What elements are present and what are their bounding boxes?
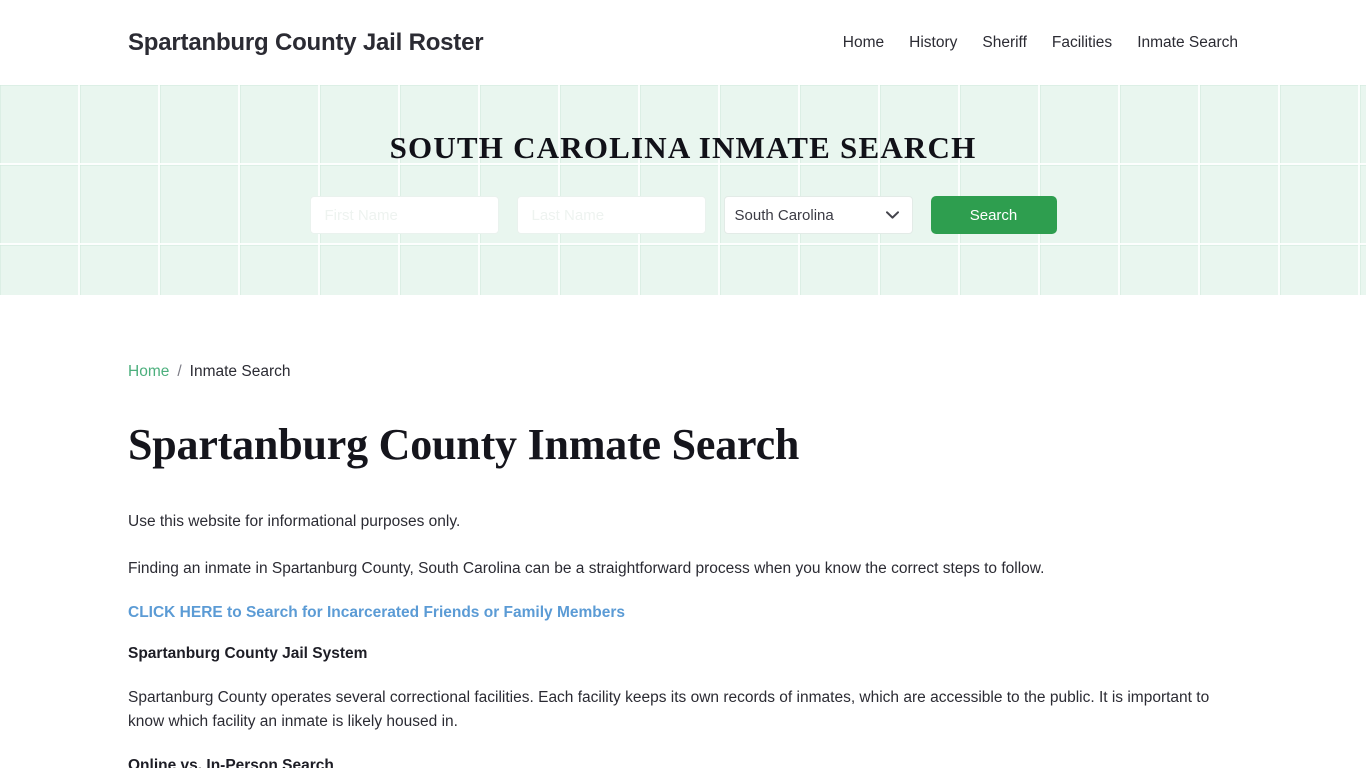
- first-name-input[interactable]: [309, 196, 499, 234]
- state-select-wrapper: South Carolina: [723, 196, 913, 234]
- site-brand-link[interactable]: Spartanburg County Jail Roster: [128, 29, 484, 57]
- search-button[interactable]: Search: [930, 196, 1057, 234]
- nav-item-inmate-search[interactable]: Inmate Search: [1137, 34, 1238, 52]
- section-heading-online-vs-in-person: Online vs. In-Person Search: [128, 757, 334, 768]
- nav-item-home[interactable]: Home: [843, 34, 884, 52]
- nav-item-facilities[interactable]: Facilities: [1052, 34, 1112, 52]
- nav-item-sheriff[interactable]: Sheriff: [982, 34, 1027, 52]
- jail-system-paragraph: Spartanburg County operates several corr…: [128, 689, 1210, 731]
- intro-paragraph: Use this website for informational purpo…: [128, 513, 461, 531]
- breadcrumb-link-home[interactable]: Home: [128, 363, 169, 381]
- main-navigation: Home History Sheriff Facilities Inmate S…: [843, 34, 1238, 52]
- hero-title: SOUTH CAROLINA INMATE SEARCH: [389, 130, 977, 165]
- nav-item-history[interactable]: History: [909, 34, 957, 52]
- breadcrumb-current: Inmate Search: [189, 363, 291, 380]
- main-content: Home / Inmate Search Spartanburg County …: [0, 363, 1366, 768]
- section-heading-jail-system: Spartanburg County Jail System: [128, 645, 368, 663]
- state-select[interactable]: South Carolina: [723, 196, 913, 234]
- inmate-search-form: South Carolina Search: [309, 196, 1057, 234]
- last-name-input[interactable]: [516, 196, 706, 234]
- hero-search-section: SOUTH CAROLINA INMATE SEARCH South Carol…: [0, 85, 1366, 295]
- site-header: Spartanburg County Jail Roster Home Hist…: [0, 0, 1366, 85]
- page-title: Spartanburg County Inmate Search: [128, 420, 800, 469]
- breadcrumb: Home / Inmate Search: [128, 363, 1238, 381]
- finding-inmate-paragraph: Finding an inmate in Spartanburg County,…: [128, 560, 1045, 578]
- breadcrumb-separator: /: [177, 363, 182, 380]
- cta-search-link[interactable]: CLICK HERE to Search for Incarcerated Fr…: [128, 604, 625, 622]
